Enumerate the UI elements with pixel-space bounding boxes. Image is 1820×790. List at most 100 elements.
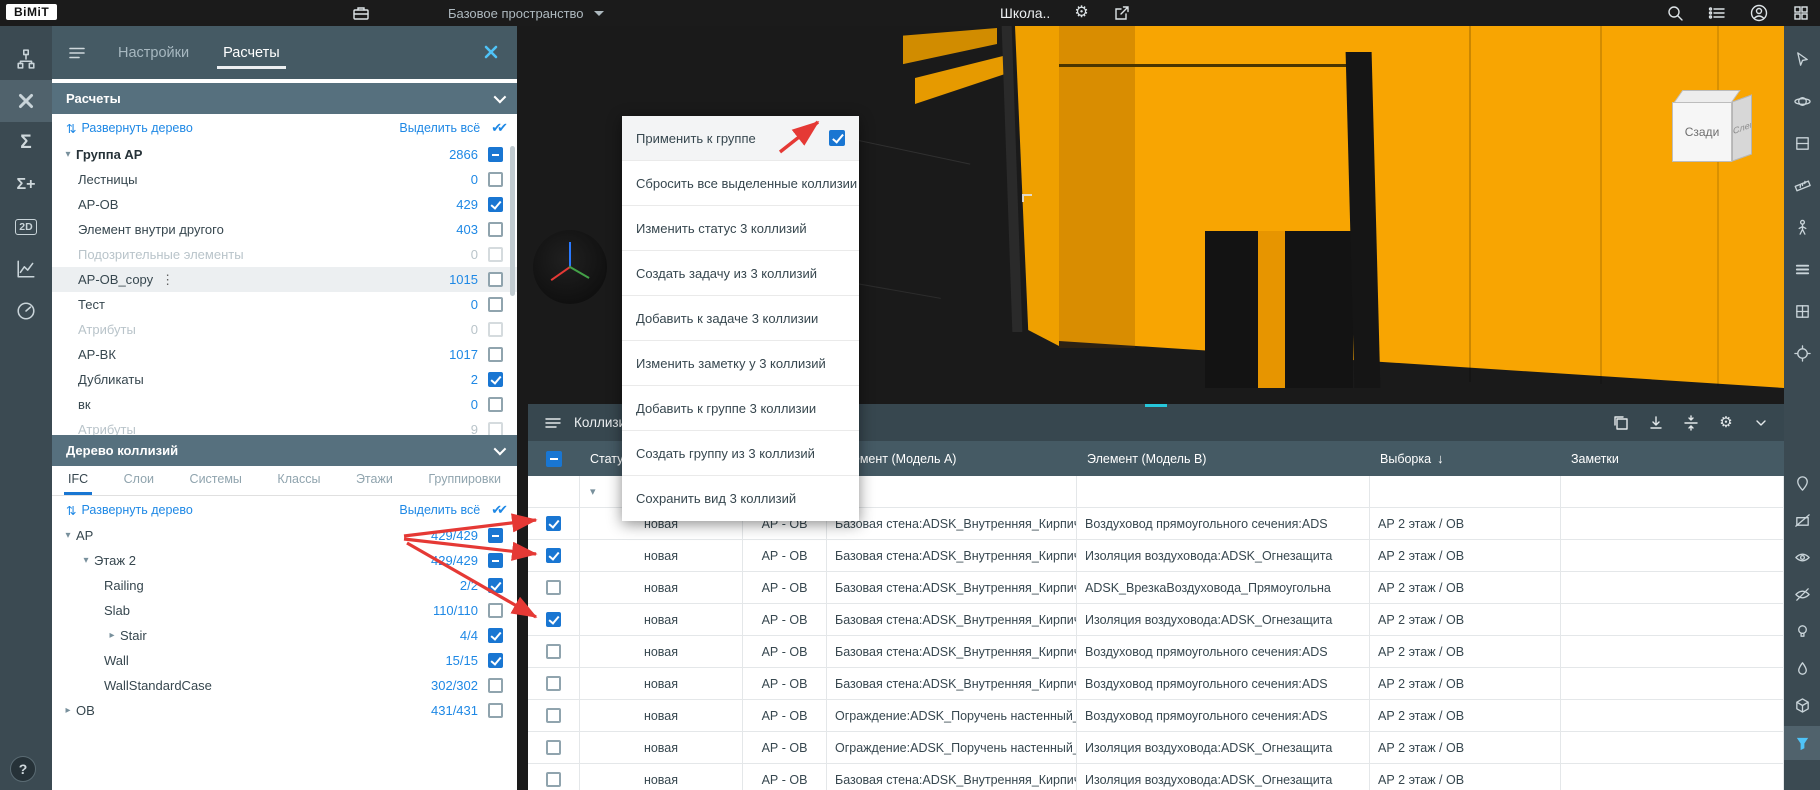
tree-item[interactable]: Лестницы 0 <box>52 167 517 192</box>
tree-item[interactable]: Атрибуты 9 <box>52 417 517 435</box>
expander-icon[interactable] <box>60 705 76 716</box>
tree-item[interactable]: Railing 2/2 <box>52 573 517 598</box>
tree-checkbox[interactable] <box>488 703 503 718</box>
menu-add-to-task[interactable]: Добавить к задаче 3 коллизии <box>622 296 859 341</box>
scrollbar-thumb[interactable] <box>510 146 515 296</box>
row-menu-icon[interactable]: ⋮ <box>161 272 174 288</box>
panel-resize-handle[interactable] <box>1145 404 1167 407</box>
tab-floors[interactable]: Этажи <box>352 466 397 495</box>
collision-row[interactable]: новая АР - ОВ Базовая стена:ADSK_Внутрен… <box>528 636 1784 668</box>
tree-item[interactable]: Тест 0 <box>52 292 517 317</box>
copy-icon[interactable] <box>1612 414 1630 432</box>
markers-icon[interactable] <box>1784 466 1820 500</box>
tree-checkbox[interactable] <box>488 322 503 337</box>
status-filter-dropdown[interactable]: ▾ <box>590 485 596 498</box>
tree-item[interactable]: Дубликаты 2 <box>52 367 517 392</box>
tree-checkbox[interactable] <box>488 272 503 287</box>
collision-row[interactable]: новая АР - ОВ Ограждение:ADSK_Поручень н… <box>528 700 1784 732</box>
filter-icon[interactable] <box>1784 726 1820 760</box>
show-eye-icon[interactable] <box>1784 540 1820 574</box>
menu-add-to-group[interactable]: Добавить к группе 3 коллизии <box>622 386 859 431</box>
menu-create-task[interactable]: Создать задачу из 3 коллизий <box>622 251 859 296</box>
menu-apply-to-group[interactable]: Применить к группе <box>622 116 859 161</box>
navcube-front-face[interactable]: Сзади <box>1672 102 1732 162</box>
tab-ifc[interactable]: IFC <box>64 466 92 495</box>
paint-icon[interactable] <box>1784 651 1820 685</box>
tree-item[interactable]: АР-ОВ_сору ⋮ 1015 <box>52 267 517 292</box>
collision-row[interactable]: новая АР - ОВ Ограждение:ADSK_Поручень н… <box>528 732 1784 764</box>
menu-change-note[interactable]: Изменить заметку у 3 коллизий <box>622 341 859 386</box>
apply-to-group-checkbox[interactable] <box>829 130 845 146</box>
tree-checkbox[interactable] <box>488 628 503 643</box>
collision-row[interactable]: новая АР - ОВ Базовая стена:ADSK_Внутрен… <box>528 604 1784 636</box>
expander-icon[interactable] <box>60 530 76 541</box>
row-checkbox[interactable] <box>546 708 561 723</box>
clip-plane-icon[interactable] <box>1784 503 1820 537</box>
expander-icon[interactable] <box>104 630 120 641</box>
tree-item[interactable]: АР 429/429 <box>52 523 517 548</box>
tree-checkbox[interactable] <box>488 147 503 162</box>
focus-icon[interactable] <box>1784 336 1820 370</box>
row-checkbox[interactable] <box>546 612 561 627</box>
tree-item[interactable]: Элемент внутри другого 403 <box>52 217 517 242</box>
view-2d-icon[interactable]: 2D <box>0 206 52 248</box>
tree-checkbox[interactable] <box>488 247 503 262</box>
dashboard-gauge-icon[interactable] <box>0 290 52 332</box>
tab-classes[interactable]: Классы <box>273 466 324 495</box>
menu-reset-selected[interactable]: Сбросить все выделенные коллизии <box>622 161 859 206</box>
tree-checkbox[interactable] <box>488 553 503 568</box>
help-button[interactable]: ? <box>10 756 36 782</box>
collision-row[interactable]: новая АР - ОВ Базовая стена:ADSK_Внутрен… <box>528 764 1784 790</box>
tab-systems[interactable]: Системы <box>186 466 246 495</box>
model-cube-icon[interactable] <box>1784 688 1820 722</box>
floors-icon[interactable] <box>1784 252 1820 286</box>
charts-icon[interactable] <box>0 248 52 290</box>
row-checkbox[interactable] <box>546 548 561 563</box>
tab-layers[interactable]: Слои <box>120 466 158 495</box>
tree-item[interactable]: Атрибуты 0 <box>52 317 517 342</box>
select-all-link[interactable]: Выделить всё ✔✔ <box>399 120 503 136</box>
tree-item[interactable]: АР-ОВ 429 <box>52 192 517 217</box>
section-box-icon[interactable] <box>1784 126 1820 160</box>
select-icon[interactable] <box>1784 42 1820 76</box>
tree-checkbox[interactable] <box>488 528 503 543</box>
menu-create-group[interactable]: Создать группу из 3 коллизий <box>622 431 859 476</box>
tree-checkbox[interactable] <box>488 297 503 312</box>
select-all-checkbox[interactable] <box>546 451 562 467</box>
navigation-cube[interactable]: Слев Сзади <box>1672 90 1762 178</box>
grid-view-icon[interactable] <box>1784 294 1820 328</box>
tab-groupings[interactable]: Группировки <box>424 466 505 495</box>
tree-item[interactable]: Wall 15/15 <box>52 648 517 673</box>
menu-change-status[interactable]: Изменить статус 3 коллизий <box>622 206 859 251</box>
tree-checkbox[interactable] <box>488 172 503 187</box>
tree-checkbox[interactable] <box>488 197 503 212</box>
menu-save-view[interactable]: Сохранить вид 3 коллизий <box>622 476 859 521</box>
tree-item[interactable]: вк 0 <box>52 392 517 417</box>
model-tree-icon[interactable] <box>0 38 52 80</box>
collision-row[interactable]: новая АР - ОВ Базовая стена:ADSK_Внутрен… <box>528 668 1784 700</box>
column-element-b[interactable]: Элемент (Модель В) <box>1077 441 1370 476</box>
tree-item[interactable]: Этаж 2 429/429 <box>52 548 517 573</box>
expander-icon[interactable] <box>60 149 76 160</box>
column-sel[interactable]: Выборка↓ <box>1370 441 1561 476</box>
apps-grid-icon[interactable] <box>1792 4 1810 22</box>
tree-item[interactable]: АР-ВК 1017 <box>52 342 517 367</box>
orbit-icon[interactable] <box>1784 84 1820 118</box>
tree-item[interactable]: Группа АР 2866 <box>52 142 517 167</box>
tab-calculations[interactable]: Расчеты <box>221 30 282 76</box>
account-icon[interactable] <box>1750 4 1768 22</box>
tree-checkbox[interactable] <box>488 603 503 618</box>
tree-item[interactable]: ОВ 431/431 <box>52 698 517 723</box>
row-checkbox[interactable] <box>546 644 561 659</box>
expander-icon[interactable] <box>78 555 94 566</box>
select-all-link[interactable]: Выделить всё ✔✔ <box>399 502 503 518</box>
tree-item[interactable]: WallStandardCase 302/302 <box>52 673 517 698</box>
tree-item[interactable]: Подозрительные элементы 0 <box>52 242 517 267</box>
tree-checkbox[interactable] <box>488 222 503 237</box>
table-menu-icon[interactable] <box>544 414 562 432</box>
section-calculations[interactable]: Расчеты <box>52 83 517 114</box>
section-collision-tree[interactable]: Дерево коллизий <box>52 435 517 466</box>
tree-checkbox[interactable] <box>488 422 503 435</box>
collision-row[interactable]: новая АР - ОВ Базовая стена:ADSK_Внутрен… <box>528 540 1784 572</box>
row-checkbox[interactable] <box>546 580 561 595</box>
